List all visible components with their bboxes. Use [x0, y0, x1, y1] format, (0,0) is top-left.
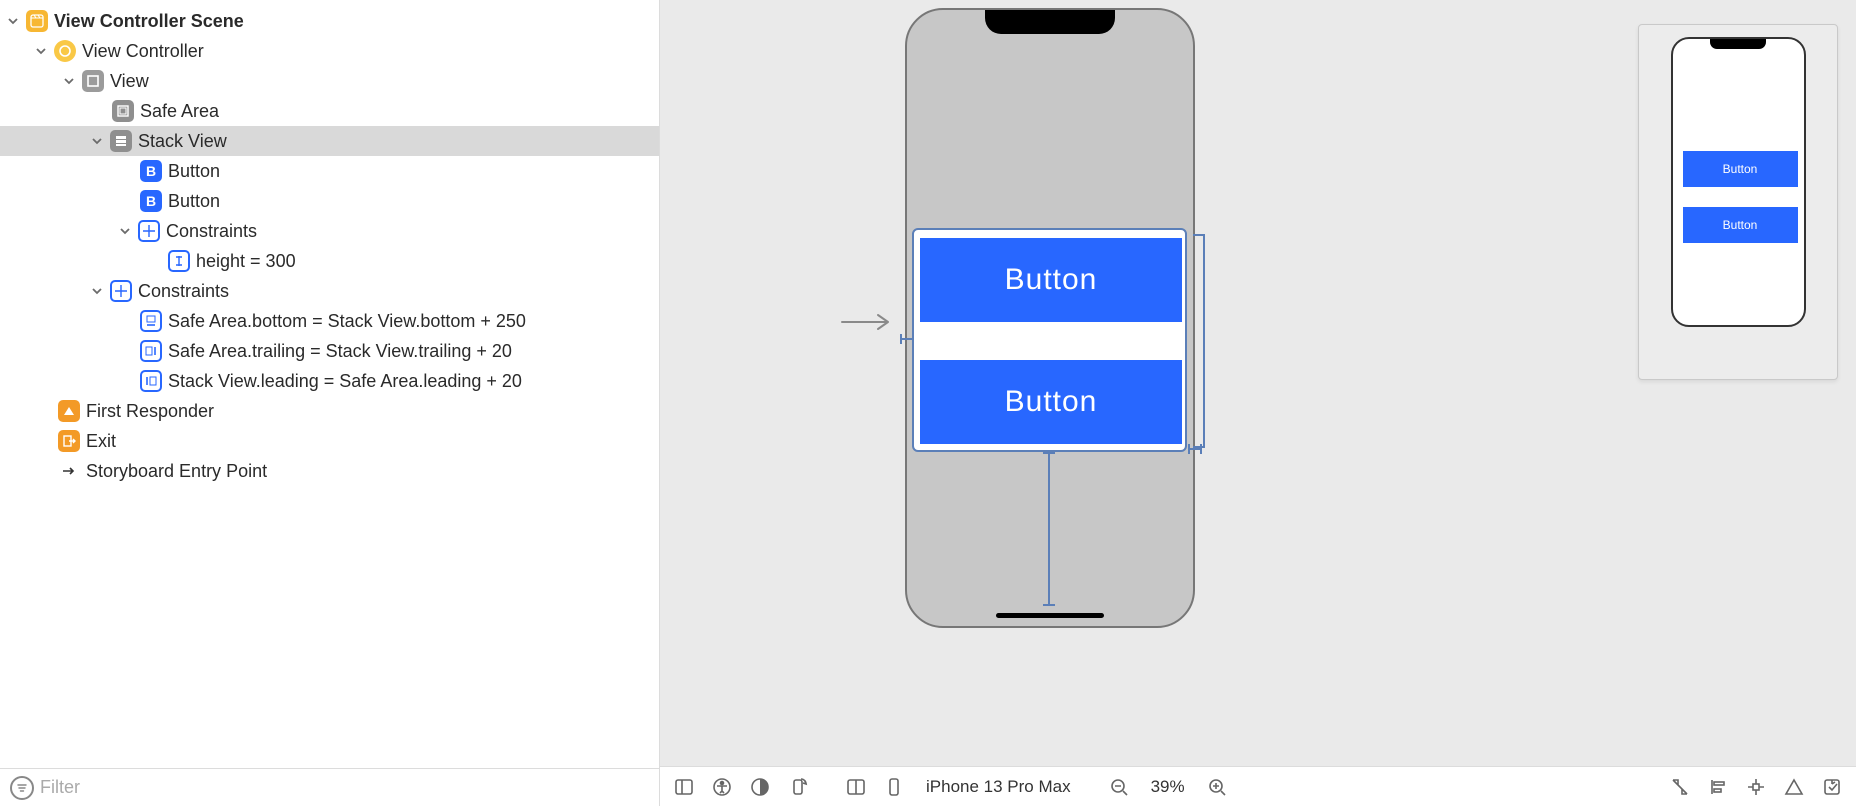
exit-row[interactable]: Exit [0, 426, 659, 456]
first-responder-icon [58, 400, 80, 422]
scene-row[interactable]: View Controller Scene [0, 6, 659, 36]
view-row[interactable]: View [0, 66, 659, 96]
scene-icon [26, 10, 48, 32]
exit-icon [58, 430, 80, 452]
minimap-device: Button Button [1671, 37, 1806, 327]
minimap[interactable]: Button Button [1638, 24, 1838, 380]
canvas-button-label: Button [1005, 263, 1098, 297]
filter-icon[interactable] [10, 776, 34, 800]
bottom-constraint-row[interactable]: Safe Area.bottom = Stack View.bottom + 2… [0, 306, 659, 336]
scene-label: View Controller Scene [54, 11, 244, 32]
canvas-button-1[interactable]: Button [920, 238, 1182, 322]
trailing-constraint-row[interactable]: Safe Area.trailing = Stack View.trailing… [0, 336, 659, 366]
chevron-down-icon[interactable] [90, 136, 104, 146]
constraints-label: Constraints [166, 221, 257, 242]
stack-view-icon [110, 130, 132, 152]
stack-view-label: Stack View [138, 131, 227, 152]
canvas-area: Button Button Button Button [660, 0, 1856, 806]
constraints-label: Constraints [138, 281, 229, 302]
trailing-constraint-label: Safe Area.trailing = Stack View.trailing… [168, 341, 512, 362]
pin-trailing-icon [140, 340, 162, 362]
pin-icon[interactable] [1744, 775, 1768, 799]
view-controller-icon [54, 40, 76, 62]
stack-view-row[interactable]: Stack View [0, 126, 659, 156]
zoom-in-icon[interactable] [1205, 775, 1229, 799]
vc-row[interactable]: View Controller [0, 36, 659, 66]
device-picker-icon[interactable] [882, 775, 906, 799]
trailing-constraint-marker[interactable] [1188, 448, 1202, 450]
bottom-constraint-marker[interactable] [1048, 452, 1050, 606]
canvas-button-2[interactable]: Button [920, 360, 1182, 444]
chevron-down-icon[interactable] [118, 226, 132, 236]
safe-area-row[interactable]: Safe Area [0, 96, 659, 126]
canvas-button-label: Button [1005, 385, 1098, 419]
minimap-button-1: Button [1683, 151, 1798, 187]
height-constraint-label: height = 300 [196, 251, 296, 272]
outline-tree[interactable]: View Controller Scene View Controller Vi… [0, 0, 659, 768]
device-label[interactable]: iPhone 13 Pro Max [926, 777, 1071, 797]
leading-constraint-label: Stack View.leading = Safe Area.leading +… [168, 371, 522, 392]
vc-label: View Controller [82, 41, 204, 62]
accessibility-icon[interactable] [710, 775, 734, 799]
view-constraints-row[interactable]: Constraints [0, 276, 659, 306]
zoom-out-icon[interactable] [1107, 775, 1131, 799]
height-constraint-icon [168, 250, 190, 272]
resolve-issues-icon[interactable] [1782, 775, 1806, 799]
leading-constraint-row[interactable]: Stack View.leading = Safe Area.leading +… [0, 366, 659, 396]
entry-point-icon [58, 460, 80, 482]
document-outline: View Controller Scene View Controller Vi… [0, 0, 660, 806]
filter-bar [0, 768, 659, 806]
pin-bottom-icon [140, 310, 162, 332]
update-frames-icon[interactable] [1668, 775, 1692, 799]
filter-input[interactable] [40, 777, 649, 798]
chevron-down-icon[interactable] [34, 46, 48, 56]
constraints-icon [110, 280, 132, 302]
bottom-constraint-label: Safe Area.bottom = Stack View.bottom + 2… [168, 311, 526, 332]
entry-arrow-icon [840, 312, 896, 332]
safe-area-label: Safe Area [140, 101, 219, 122]
button-label: Button [168, 161, 220, 182]
pin-leading-icon [140, 370, 162, 392]
safe-area-icon [112, 100, 134, 122]
embed-in-icon[interactable] [1820, 775, 1844, 799]
entry-point-label: Storyboard Entry Point [86, 461, 267, 482]
device-notch [985, 10, 1115, 34]
appearance-icon[interactable] [748, 775, 772, 799]
layout-split-icon[interactable] [844, 775, 868, 799]
toggle-outline-icon[interactable] [672, 775, 696, 799]
height-constraint-row[interactable]: height = 300 [0, 246, 659, 276]
chevron-down-icon[interactable] [90, 286, 104, 296]
orientation-icon[interactable] [786, 775, 810, 799]
first-responder-label: First Responder [86, 401, 214, 422]
leading-constraint-marker[interactable] [900, 338, 914, 340]
canvas[interactable]: Button Button Button Button [660, 0, 1856, 766]
view-label: View [110, 71, 149, 92]
chevron-down-icon[interactable] [6, 16, 20, 26]
minimap-notch [1710, 39, 1766, 49]
align-icon[interactable] [1706, 775, 1730, 799]
button-icon: B [140, 160, 162, 182]
button-row-2[interactable]: B Button [0, 186, 659, 216]
stack-constraints-row[interactable]: Constraints [0, 216, 659, 246]
constraints-icon [138, 220, 160, 242]
button-icon: B [140, 190, 162, 212]
chevron-down-icon[interactable] [62, 76, 76, 86]
exit-label: Exit [86, 431, 116, 452]
button-row-1[interactable]: B Button [0, 156, 659, 186]
first-responder-row[interactable]: First Responder [0, 396, 659, 426]
entry-point-row[interactable]: Storyboard Entry Point [0, 456, 659, 486]
home-indicator [996, 613, 1104, 618]
minimap-button-label: Button [1723, 162, 1758, 176]
button-label: Button [168, 191, 220, 212]
canvas-toolbar: iPhone 13 Pro Max 39% [660, 766, 1856, 806]
height-constraint-marker[interactable] [1195, 234, 1205, 448]
view-icon [82, 70, 104, 92]
stack-view-selection[interactable]: Button Button [912, 228, 1187, 452]
zoom-label[interactable]: 39% [1151, 777, 1185, 797]
minimap-button-label: Button [1723, 218, 1758, 232]
minimap-button-2: Button [1683, 207, 1798, 243]
